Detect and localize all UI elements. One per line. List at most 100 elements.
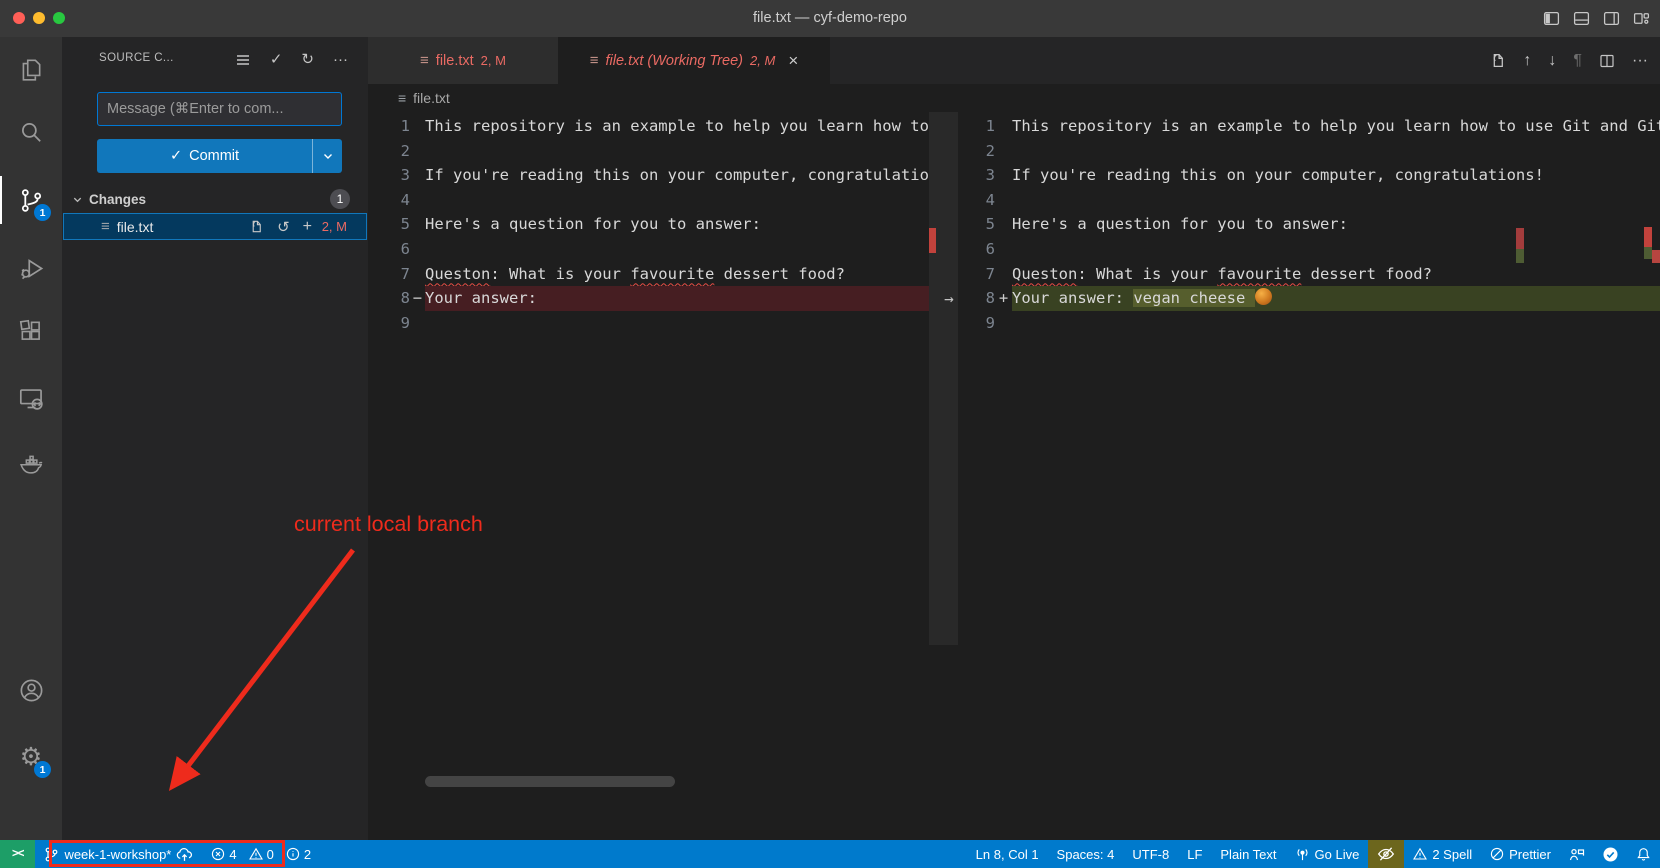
stage-changes-icon[interactable]: + [303, 218, 312, 236]
toggle-panel-icon[interactable] [1573, 10, 1590, 27]
toggle-secondary-sidebar-icon[interactable] [1603, 10, 1620, 27]
prettier-label: Prettier [1509, 847, 1551, 862]
file-status-badge: 2, M [322, 219, 347, 234]
code-line[interactable]: 3If you're reading this on your computer… [958, 163, 1660, 188]
code-text: Here's a question for you to answer: [425, 212, 929, 237]
code-text [1012, 311, 1660, 336]
open-file-icon[interactable] [249, 219, 264, 234]
diff-change-mark [995, 237, 1012, 262]
code-text [1012, 237, 1660, 262]
search-icon[interactable] [0, 108, 62, 156]
open-changes-icon[interactable] [1489, 52, 1506, 69]
tracking-check-icon[interactable] [1594, 840, 1627, 868]
commit-message-input[interactable] [97, 92, 342, 126]
code-line[interactable]: 3If you're reading this on your computer… [368, 163, 929, 188]
code-text: Queston: What is your favourite dessert … [425, 262, 929, 287]
accounts-icon[interactable] [0, 666, 62, 714]
code-line[interactable]: 1This repository is an example to help y… [958, 114, 1660, 139]
broadcast-icon [1295, 847, 1310, 862]
source-control-icon[interactable]: 1 [0, 176, 62, 224]
line-number: 4 [958, 188, 995, 213]
code-text: This repository is an example to help yo… [425, 114, 929, 139]
line-number: 1 [368, 114, 410, 139]
diff-revert-arrow-icon[interactable]: → [938, 286, 960, 311]
commit-dropdown-button[interactable] [312, 139, 342, 173]
remote-window-button[interactable]: >< [0, 840, 35, 868]
diff-change-mark [995, 114, 1012, 139]
code-line[interactable]: 8−Your answer: [368, 286, 929, 311]
changed-file-row[interactable]: ≡ file.txt ↺ + 2, M [63, 213, 367, 240]
sidebar-title: SOURCE C... [99, 52, 174, 64]
left-pane-scrollbar[interactable] [929, 112, 958, 645]
code-line[interactable]: 2 [368, 139, 929, 164]
customize-layout-icon[interactable] [1633, 10, 1650, 27]
remote-explorer-icon[interactable] [0, 374, 62, 422]
refresh-icon[interactable]: ↻ [301, 49, 314, 71]
code-line[interactable]: 5Here's a question for you to answer: [958, 212, 1660, 237]
code-line[interactable]: 6 [958, 237, 1660, 262]
eye-off-status-item[interactable] [1368, 840, 1404, 868]
toggle-whitespace-icon[interactable]: ¶ [1573, 52, 1582, 70]
commit-check-icon[interactable]: ✓ [270, 49, 283, 71]
go-live-item[interactable]: Go Live [1286, 840, 1369, 868]
line-number: 6 [958, 237, 995, 262]
encoding-item[interactable]: UTF-8 [1123, 840, 1178, 868]
tab-file-txt-working-tree[interactable]: ≡ file.txt (Working Tree) 2, M × [558, 37, 830, 84]
view-as-list-icon[interactable] [235, 52, 251, 68]
breadcrumb[interactable]: ≡ file.txt [368, 84, 1660, 112]
code-line[interactable]: 5Here's a question for you to answer: [368, 212, 929, 237]
diff-original-pane[interactable]: 1 This repository is an example to help y… [368, 112, 929, 840]
extensions-icon[interactable] [0, 307, 62, 355]
spell-checker-item[interactable]: 2 Spell [1404, 840, 1481, 868]
notifications-bell-icon[interactable] [1627, 840, 1660, 868]
annotation-arrow [140, 540, 380, 800]
annotation-highlight-box [49, 840, 285, 867]
line-number: 9 [368, 311, 410, 336]
code-line[interactable]: 9 [958, 311, 1660, 336]
code-line[interactable]: 4 [958, 188, 1660, 213]
diff-editor: 1 This repository is an example to help y… [368, 112, 1660, 840]
toggle-primary-sidebar-icon[interactable] [1543, 10, 1560, 27]
line-number: 7 [368, 262, 410, 287]
feedback-icon[interactable] [1560, 840, 1594, 868]
diff-change-mark [410, 237, 425, 262]
code-line[interactable]: 4 [368, 188, 929, 213]
discard-changes-icon[interactable]: ↺ [277, 218, 290, 236]
docker-icon[interactable] [0, 439, 62, 487]
run-and-debug-icon[interactable] [0, 244, 62, 292]
tab-file-txt[interactable]: ≡ file.txt 2, M [368, 37, 558, 84]
code-line[interactable]: 7Queston: What is your favourite dessert… [958, 262, 1660, 287]
close-tab-icon[interactable]: × [788, 51, 798, 71]
more-actions-icon[interactable]: ··· [1632, 52, 1648, 70]
eol-item[interactable]: LF [1178, 840, 1211, 868]
code-line[interactable]: 8+Your answer: vegan cheese 🥮 [958, 286, 1660, 311]
previous-change-icon[interactable]: ↑ [1523, 52, 1531, 70]
cursor-position-item[interactable]: Ln 8, Col 1 [967, 840, 1048, 868]
diff-modified-pane[interactable]: 1This repository is an example to help y… [958, 112, 1660, 840]
eye-off-icon [1377, 846, 1395, 862]
commit-button[interactable]: ✓ Commit [97, 139, 342, 173]
explorer-icon[interactable] [0, 46, 62, 94]
code-line[interactable]: 6 [368, 237, 929, 262]
settings-gear-icon[interactable]: ⚙ 1 [0, 733, 62, 781]
info-icon [286, 847, 300, 861]
more-actions-icon[interactable]: ··· [333, 49, 348, 71]
prettier-item[interactable]: Prettier [1481, 840, 1560, 868]
tab-label: file.txt [436, 53, 474, 69]
language-mode-item[interactable]: Plain Text [1211, 840, 1285, 868]
next-change-icon[interactable]: ↓ [1548, 52, 1556, 70]
diff-change-mark [995, 311, 1012, 336]
diff-change-mark [995, 262, 1012, 287]
code-line[interactable]: 9 [368, 311, 929, 336]
code-line[interactable]: 2 [958, 139, 1660, 164]
code-line[interactable]: 1 This repository is an example to help y… [368, 114, 929, 139]
horizontal-scrollbar[interactable] [425, 776, 675, 787]
indentation-item[interactable]: Spaces: 4 [1048, 840, 1124, 868]
line-number: 9 [958, 311, 995, 336]
split-editor-icon[interactable] [1599, 53, 1615, 69]
mooncake-emoji: 🥮 [1255, 288, 1272, 305]
changed-file-name: file.txt [117, 219, 154, 235]
changes-section-header[interactable]: Changes 1 [62, 186, 368, 212]
code-text: If you're reading this on your computer,… [1012, 163, 1660, 188]
code-line[interactable]: 7 Queston: What is your favourite dessert… [368, 262, 929, 287]
